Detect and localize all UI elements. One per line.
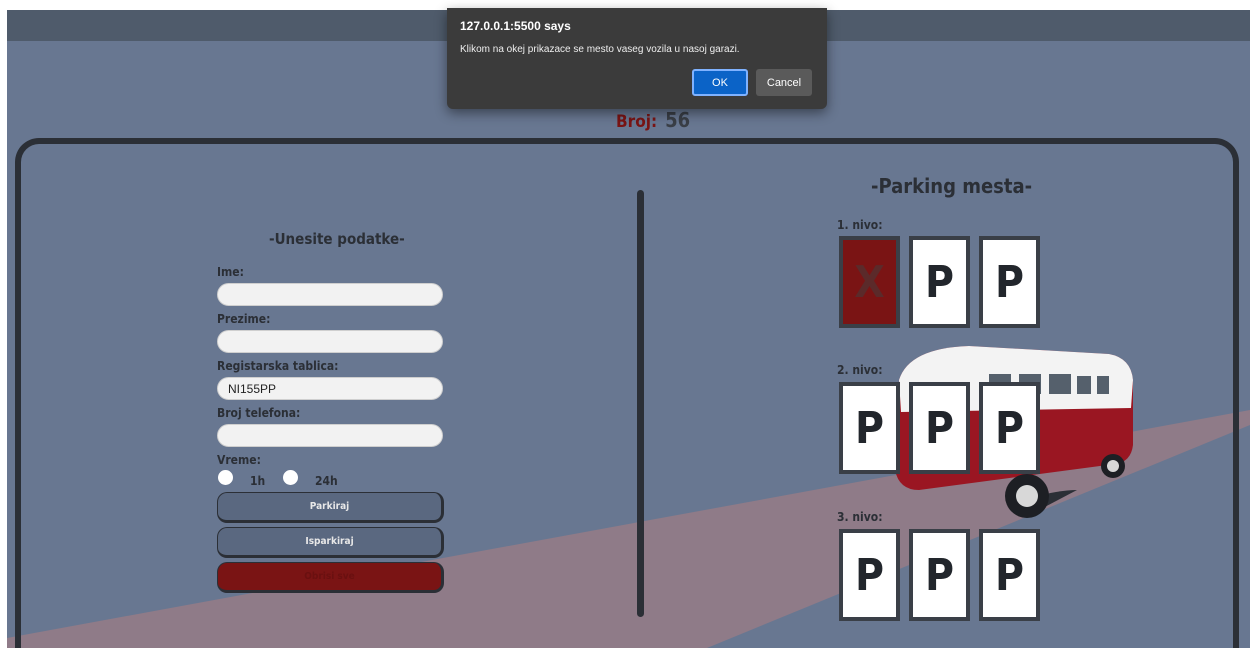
counter-label: Broj:: [616, 112, 658, 132]
park-button[interactable]: Parkiraj: [217, 492, 444, 523]
spot-1-3[interactable]: P: [979, 236, 1040, 328]
ok-button[interactable]: OK: [692, 69, 748, 96]
radio-1h[interactable]: [218, 470, 233, 485]
red-button[interactable]: Obrisi sve: [217, 562, 444, 593]
plate-label: Registarska tablica:: [217, 359, 339, 373]
spot-3-1[interactable]: P: [839, 529, 900, 621]
form-title: -Unesite podatke-: [269, 230, 405, 248]
level-2-label: 2. nivo:: [837, 363, 883, 377]
counter: Broj: 56: [616, 108, 690, 132]
phone-label: Broj telefona:: [217, 406, 301, 420]
first-name-label: Ime:: [217, 265, 244, 279]
plate-input[interactable]: [217, 377, 443, 400]
parking-title: -Parking mesta-: [871, 174, 1033, 198]
radio-24h-label: 24h: [315, 474, 338, 488]
spot-2-3[interactable]: P: [979, 382, 1040, 474]
dialog-message: Klikom na okej prikazace se mesto vaseg …: [460, 44, 740, 55]
spot-3-3[interactable]: P: [979, 529, 1040, 621]
spot-1-2[interactable]: P: [909, 236, 970, 328]
level-1-label: 1. nivo:: [837, 218, 883, 232]
time-label: Vreme:: [217, 453, 261, 467]
spot-1-1[interactable]: X: [839, 236, 900, 328]
spot-3-2[interactable]: P: [909, 529, 970, 621]
last-name-label: Prezime:: [217, 312, 271, 326]
dialog-title: 127.0.0.1:5500 says: [460, 19, 571, 33]
phone-input[interactable]: [217, 424, 443, 447]
spot-2-2[interactable]: P: [909, 382, 970, 474]
panel-divider: [637, 190, 644, 617]
radio-1h-label: 1h: [250, 474, 266, 488]
alert-dialog: 127.0.0.1:5500 says Klikom na okej prika…: [447, 8, 827, 109]
level-3-label: 3. nivo:: [837, 510, 883, 524]
unpark-button[interactable]: Isparkiraj: [217, 527, 444, 558]
first-name-input[interactable]: [217, 283, 443, 306]
counter-value: 56: [665, 108, 691, 132]
cancel-button[interactable]: Cancel: [756, 69, 812, 96]
last-name-input[interactable]: [217, 330, 443, 353]
spot-2-1[interactable]: P: [839, 382, 900, 474]
radio-24h[interactable]: [283, 470, 298, 485]
